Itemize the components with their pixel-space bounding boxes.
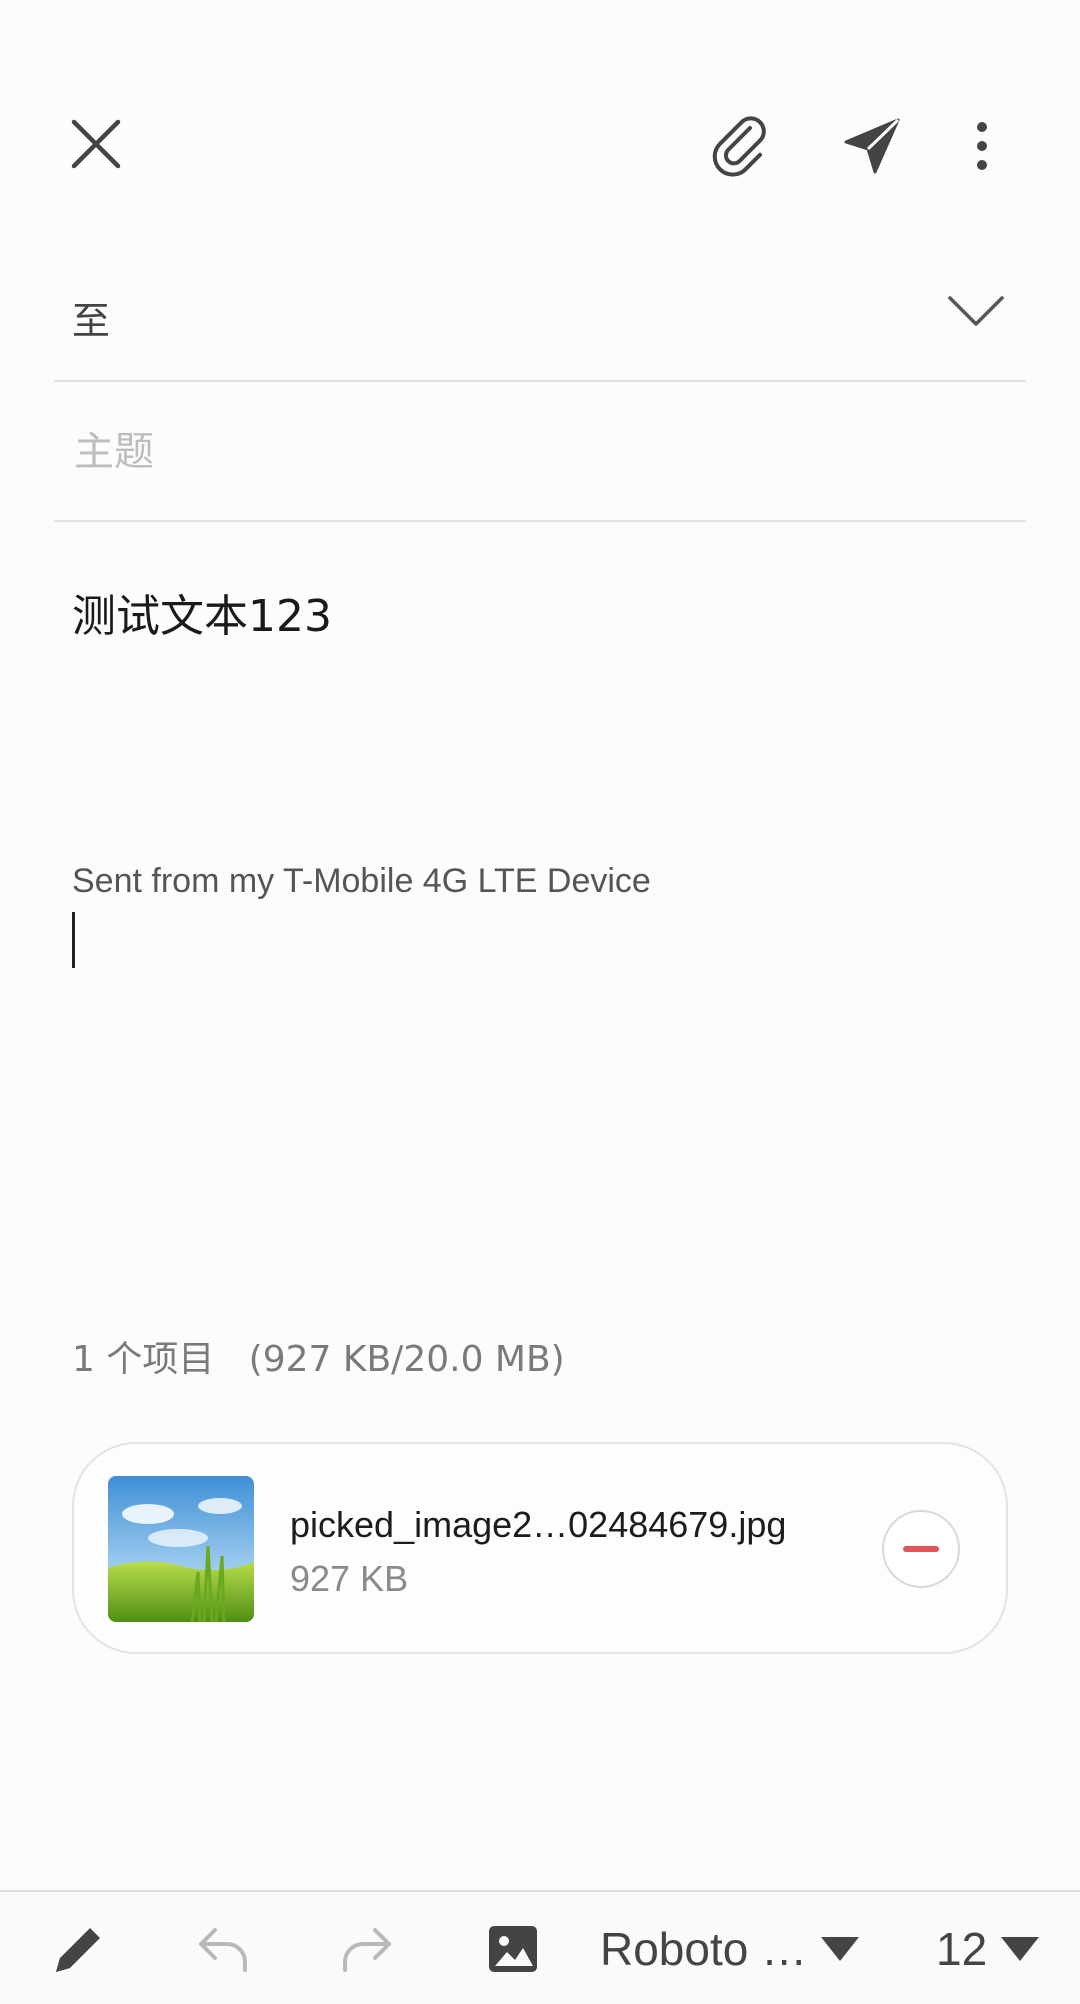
- attachment-file-name: picked_image2…02484679.jpg: [290, 1504, 787, 1545]
- redo-icon: [343, 1928, 391, 1972]
- font-family-dropdown[interactable]: Roboto …: [600, 1916, 860, 1982]
- chevron-down-icon: [948, 296, 1004, 326]
- send-icon: [844, 118, 900, 174]
- pen-icon: [56, 1928, 100, 1972]
- close-button[interactable]: [56, 100, 136, 188]
- image-icon: [489, 1926, 537, 1972]
- undo-button[interactable]: [190, 1916, 256, 1982]
- formatting-toolbar: Roboto … 12: [0, 1890, 1080, 2004]
- recipients-field[interactable]: 至: [54, 250, 1026, 382]
- subject-input[interactable]: [74, 422, 974, 482]
- more-vert-icon: [977, 122, 987, 170]
- attach-button[interactable]: [700, 104, 784, 188]
- font-family-label: Roboto …: [600, 1923, 808, 1975]
- more-options-button[interactable]: [952, 104, 1012, 188]
- body-text: 测试文本123: [72, 591, 332, 642]
- recipients-label: 至: [72, 299, 111, 343]
- send-button[interactable]: [830, 104, 914, 188]
- paperclip-icon: [712, 116, 766, 177]
- signature-text: Sent from my T-Mobile 4G LTE Device: [72, 862, 651, 900]
- remove-attachment-button[interactable]: [882, 1510, 960, 1588]
- dropdown-arrow-icon: [821, 1937, 860, 1961]
- font-size-label: 12: [936, 1923, 988, 1975]
- font-size-dropdown[interactable]: 12: [936, 1916, 1056, 1982]
- expand-recipients-button[interactable]: [944, 286, 1008, 336]
- insert-image-button[interactable]: [480, 1916, 546, 1982]
- compose-header: [0, 0, 1080, 290]
- remove-icon: [903, 1546, 939, 1552]
- attachment-item[interactable]: picked_image2…02484679.jpg 927 KB: [72, 1442, 1008, 1654]
- attachment-summary: 1 个项目 (927 KB/20.0 MB): [72, 1339, 565, 1380]
- redo-button[interactable]: [334, 1916, 400, 1982]
- text-style-button[interactable]: [46, 1916, 112, 1982]
- close-icon: [71, 119, 121, 169]
- undo-icon: [199, 1928, 247, 1972]
- subject-row: [54, 382, 1026, 522]
- message-body[interactable]: 测试文本123 Sent from my T-Mobile 4G LTE Dev…: [54, 560, 1026, 980]
- dropdown-arrow-icon: [1001, 1937, 1040, 1961]
- attachment-file-size: 927 KB: [290, 1558, 409, 1599]
- text-cursor: [72, 912, 75, 968]
- attachment-thumbnail: [108, 1476, 254, 1622]
